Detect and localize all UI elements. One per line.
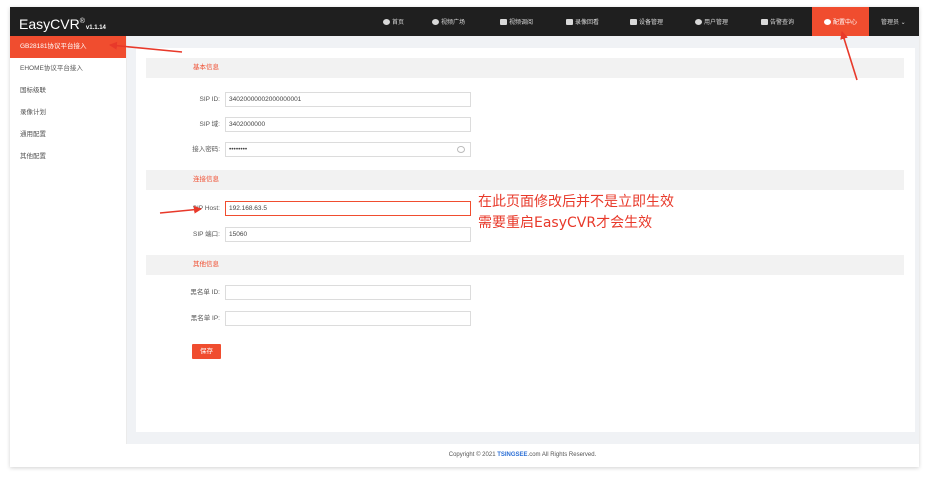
- footer: Copyright © 2021 TSINGSEE.com All Rights…: [126, 444, 919, 467]
- nav-alarm-query[interactable]: 告警查询: [761, 7, 794, 36]
- section-other-title: 其他信息: [193, 261, 219, 268]
- nav-playback[interactable]: 录像回看: [566, 7, 599, 36]
- nav-home-label: 首页: [392, 20, 405, 26]
- brand-logo[interactable]: EasyCVR®v1.1.14: [19, 12, 106, 38]
- nav-video-square[interactable]: 视频广场: [432, 7, 465, 36]
- sidebar-item-cascade[interactable]: 国标级联: [10, 80, 126, 102]
- play-circle-icon: [432, 18, 439, 25]
- access-password-input[interactable]: ••••••••: [225, 142, 471, 157]
- sip-domain-label: SIP 域:: [199, 121, 220, 128]
- sip-port-input[interactable]: 15060: [225, 227, 471, 242]
- user-menu[interactable]: 管理员 ⌄: [881, 7, 906, 36]
- nav-device-manage[interactable]: 设备管理: [630, 7, 663, 36]
- access-password-label: 接入密码:: [192, 146, 220, 153]
- annotation-line-2: 需要重启EasyCVR才会生效: [478, 215, 653, 231]
- section-basic-info: 基本信息: [146, 58, 904, 78]
- blacklist-id-input[interactable]: [225, 285, 471, 300]
- sip-id-input[interactable]: 34020000002000000001: [225, 92, 471, 107]
- nav-config-center-label: 配置中心: [833, 20, 858, 26]
- sidebar-item-gb28181[interactable]: GB28181协议平台接入: [10, 36, 126, 58]
- section-basic-title: 基本信息: [193, 64, 219, 71]
- sip-id-label: SIP ID:: [199, 96, 220, 103]
- sip-host-label: SIP Host:: [192, 205, 220, 212]
- nav-home[interactable]: 首页: [383, 7, 404, 36]
- user-menu-label: 管理员 ⌄: [881, 20, 906, 26]
- registered-mark: ®: [79, 18, 85, 25]
- sidebar-item-general[interactable]: 通用配置: [10, 124, 126, 146]
- footer-brand-link[interactable]: TSINGSEE: [497, 452, 527, 458]
- sip-host-input[interactable]: 192.168.63.5: [225, 201, 471, 216]
- app-window: EasyCVR®v1.1.14 首页 视频广场 视频调阅 录像回看 设备管理 用…: [10, 7, 919, 467]
- cloud-icon: [383, 18, 390, 25]
- video-camera-icon: [566, 18, 573, 25]
- nav-playback-label: 录像回看: [575, 20, 600, 26]
- nav-device-manage-label: 设备管理: [639, 20, 664, 26]
- section-other-info: 其他信息: [146, 255, 904, 275]
- annotation-note: 在此页面修改后并不是立即生效 需要重启EasyCVR才会生效: [478, 192, 674, 234]
- nav-video-browse-label: 视频调阅: [509, 20, 534, 26]
- sip-port-label: SIP 端口:: [193, 231, 220, 238]
- user-icon: [695, 18, 702, 25]
- gear-icon: [824, 18, 831, 25]
- sidebar-item-record-plan[interactable]: 录像计划: [10, 102, 126, 124]
- brand-name: EasyCVR: [19, 16, 80, 32]
- annotation-line-1: 在此页面修改后并不是立即生效: [478, 194, 674, 210]
- section-connection-info: 连接信息: [146, 170, 904, 190]
- nav-user-manage-label: 用户管理: [704, 20, 729, 26]
- nav-video-browse[interactable]: 视频调阅: [500, 7, 533, 36]
- footer-rights: .com All Rights Reserved.: [527, 452, 597, 458]
- eye-icon[interactable]: [457, 146, 465, 153]
- grid-icon: [500, 18, 507, 25]
- alarm-icon: [761, 18, 768, 25]
- nav-config-center[interactable]: 配置中心: [812, 7, 870, 36]
- access-password-value: ••••••••: [229, 146, 248, 153]
- footer-copyright: Copyright © 2021: [448, 452, 498, 458]
- sidebar: GB28181协议平台接入 EHOME协议平台接入 国标级联 录像计划 通用配置…: [10, 36, 127, 467]
- sidebar-item-other[interactable]: 其他配置: [10, 146, 126, 168]
- sip-domain-input[interactable]: 3402000000: [225, 117, 471, 132]
- nav-video-square-label: 视频广场: [441, 20, 466, 26]
- version-label: v1.1.14: [85, 25, 106, 31]
- save-button[interactable]: 保存: [192, 344, 221, 359]
- nav-alarm-query-label: 告警查询: [770, 20, 795, 26]
- top-header: EasyCVR®v1.1.14 首页 视频广场 视频调阅 录像回看 设备管理 用…: [10, 7, 919, 36]
- section-connection-title: 连接信息: [193, 176, 219, 183]
- device-icon: [630, 18, 637, 25]
- config-form-panel: 基本信息 SIP ID: 34020000002000000001 SIP 域:…: [136, 48, 915, 432]
- blacklist-ip-input[interactable]: [225, 311, 471, 326]
- nav-user-manage[interactable]: 用户管理: [695, 7, 728, 36]
- sidebar-item-ehome[interactable]: EHOME协议平台接入: [10, 58, 126, 80]
- blacklist-ip-label: 黑名单 IP:: [190, 315, 220, 322]
- blacklist-id-label: 黑名单 ID:: [190, 289, 220, 296]
